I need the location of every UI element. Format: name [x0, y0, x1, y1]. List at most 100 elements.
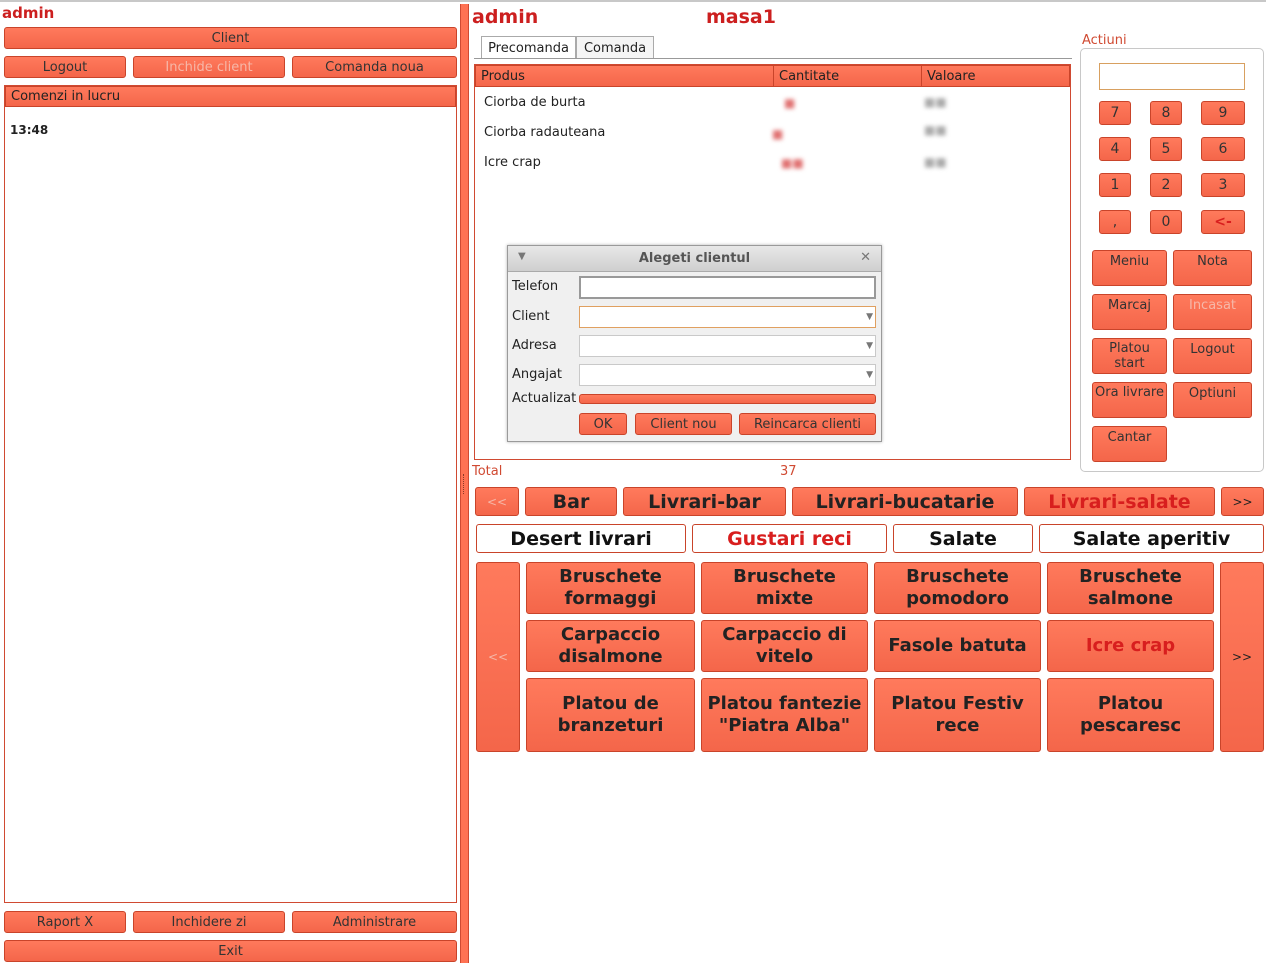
angajat-dropdown[interactable]: ▼	[579, 364, 876, 386]
numpad-key-comma[interactable]: ,	[1099, 210, 1131, 234]
chevron-down-icon: ▼	[866, 312, 873, 322]
platou-start-button[interactable]: Platou start	[1092, 338, 1167, 374]
product-bruschete-formaggi[interactable]: Bruschete formaggi	[526, 562, 695, 614]
product-platou-fantezie[interactable]: Platou fantezie "Piatra Alba"	[701, 678, 868, 752]
category-bar[interactable]: Bar	[525, 487, 617, 516]
chevron-down-icon: ▼	[866, 370, 873, 380]
redacted-valoare: ■■	[924, 155, 947, 169]
product-carpaccio-disalmone[interactable]: Carpaccio disalmone	[526, 620, 695, 672]
inchide-client-button[interactable]: Inchide client	[133, 56, 285, 78]
actualizat-label: Actualizat	[512, 391, 577, 406]
category-livrari-salate[interactable]: Livrari-salate	[1024, 487, 1215, 516]
redacted-valoare: ■■	[924, 123, 947, 137]
adresa-dropdown[interactable]: ▼	[579, 335, 876, 357]
tab-precomanda[interactable]: Precomanda	[481, 36, 576, 59]
product-carpaccio-di-vitelo[interactable]: Carpaccio di vitelo	[701, 620, 868, 672]
product-bruschete-pomodoro[interactable]: Bruschete pomodoro	[874, 562, 1041, 614]
redacted-cantitate: ■■	[781, 156, 804, 170]
logout-action-button[interactable]: Logout	[1173, 338, 1252, 374]
ok-button[interactable]: OK	[579, 413, 627, 435]
redacted-cantitate: ■	[784, 96, 796, 110]
dialog-title-bar[interactable]: ▼ Alegeti clientul ✕	[508, 246, 881, 272]
top-border	[0, 0, 1266, 2]
tab-underline	[474, 58, 1072, 59]
product-icre-crap[interactable]: Icre crap	[1047, 620, 1214, 672]
close-icon[interactable]: ✕	[860, 250, 871, 265]
reincarca-clienti-button[interactable]: Reincarca clienti	[739, 413, 876, 435]
inchidere-zi-button[interactable]: Inchidere zi	[133, 911, 285, 933]
incasat-button[interactable]: Incasat	[1173, 294, 1252, 330]
total-label: Total	[472, 464, 503, 479]
split-divider[interactable]	[460, 4, 469, 963]
col-header-produs[interactable]: Produs	[475, 65, 774, 87]
products-prev-button[interactable]: <<	[476, 562, 520, 752]
subcategory-salate[interactable]: Salate	[893, 524, 1033, 553]
numpad-key-1[interactable]: 1	[1099, 173, 1131, 197]
numpad-key-7[interactable]: 7	[1099, 101, 1131, 125]
numpad-key-2[interactable]: 2	[1150, 173, 1182, 197]
numpad-key-4[interactable]: 4	[1099, 137, 1131, 161]
administrare-button[interactable]: Administrare	[292, 911, 457, 933]
marcaj-button[interactable]: Marcaj	[1092, 294, 1167, 330]
col-header-cantitate[interactable]: Cantitate	[773, 65, 922, 87]
dialog-title: Alegeti clientul	[638, 251, 751, 266]
dialog-menu-icon[interactable]: ▼	[518, 251, 526, 262]
order-time[interactable]: 13:48	[10, 123, 48, 137]
subcategory-gustari-reci[interactable]: Gustari reci	[692, 524, 887, 553]
table-label: masa1	[706, 6, 776, 28]
ora-livrare-button[interactable]: Ora livrare	[1092, 382, 1167, 418]
numpad-key-0[interactable]: 0	[1150, 210, 1182, 234]
table-row[interactable]: Ciorba radauteana	[484, 125, 605, 140]
optiuni-button[interactable]: Optiuni	[1173, 382, 1252, 418]
product-fasole-batuta[interactable]: Fasole batuta	[874, 620, 1041, 672]
subcategory-desert-livrari[interactable]: Desert livrari	[476, 524, 686, 553]
client-nou-button[interactable]: Client nou	[635, 413, 732, 435]
table-row[interactable]: Ciorba de burta	[484, 95, 586, 110]
exit-button[interactable]: Exit	[4, 940, 457, 962]
raport-x-button[interactable]: Raport X	[4, 911, 126, 933]
alegeti-clientul-dialog: ▼ Alegeti clientul ✕ Telefon Client ▼ Ad…	[507, 245, 882, 442]
left-user-label: admin	[2, 4, 55, 22]
tab-comanda[interactable]: Comanda	[576, 36, 654, 59]
comanda-noua-button[interactable]: Comanda noua	[292, 56, 457, 78]
redacted-cantitate: ■	[772, 127, 784, 141]
col-header-valoare[interactable]: Valoare	[921, 65, 1070, 87]
nota-button[interactable]: Nota	[1173, 250, 1252, 286]
category-livrari-bucatarie[interactable]: Livrari-bucatarie	[792, 487, 1018, 516]
adresa-label: Adresa	[512, 338, 557, 353]
comenzi-panel: Comenzi in lucru 13:48	[4, 85, 457, 903]
numpad-key-5[interactable]: 5	[1150, 137, 1182, 161]
numpad-key-8[interactable]: 8	[1150, 101, 1182, 125]
product-bruschete-salmone[interactable]: Bruschete salmone	[1047, 562, 1214, 614]
client-button[interactable]: Client	[4, 27, 457, 49]
divider-grip[interactable]	[463, 474, 467, 494]
numpad-display-input[interactable]	[1099, 63, 1245, 90]
category-livrari-bar[interactable]: Livrari-bar	[623, 487, 786, 516]
client-dropdown[interactable]: ▼	[579, 306, 876, 328]
numpad-key-9[interactable]: 9	[1201, 101, 1245, 125]
logout-button[interactable]: Logout	[4, 56, 126, 78]
table-row[interactable]: Icre crap	[484, 155, 541, 170]
chevron-down-icon: ▼	[866, 341, 873, 351]
numpad-key-3[interactable]: 3	[1201, 173, 1245, 197]
telefon-label: Telefon	[512, 279, 559, 294]
telefon-input[interactable]	[579, 276, 876, 299]
header-user-label: admin	[472, 6, 539, 28]
meniu-button[interactable]: Meniu	[1092, 250, 1167, 286]
actualizat-progress-bar	[579, 394, 876, 404]
client-label: Client	[512, 309, 550, 324]
products-next-button[interactable]: >>	[1220, 562, 1264, 752]
cantar-button[interactable]: Cantar	[1092, 426, 1167, 462]
actiuni-label: Actiuni	[1082, 33, 1127, 48]
numpad-key-6[interactable]: 6	[1201, 137, 1245, 161]
product-bruschete-mixte[interactable]: Bruschete mixte	[701, 562, 868, 614]
product-platou-festiv-rece[interactable]: Platou Festiv rece	[874, 678, 1041, 752]
comenzi-header: Comenzi in lucru	[5, 86, 456, 107]
category-prev-button[interactable]: <<	[475, 487, 519, 516]
category-next-button[interactable]: >>	[1221, 487, 1264, 516]
product-platou-pescaresc[interactable]: Platou pescaresc	[1047, 678, 1214, 752]
redacted-valoare: ■■	[924, 95, 947, 109]
backspace-button[interactable]: <-	[1201, 210, 1245, 234]
product-platou-de-branzeturi[interactable]: Platou de branzeturi	[526, 678, 695, 752]
subcategory-salate-aperitiv[interactable]: Salate aperitiv	[1039, 524, 1264, 553]
